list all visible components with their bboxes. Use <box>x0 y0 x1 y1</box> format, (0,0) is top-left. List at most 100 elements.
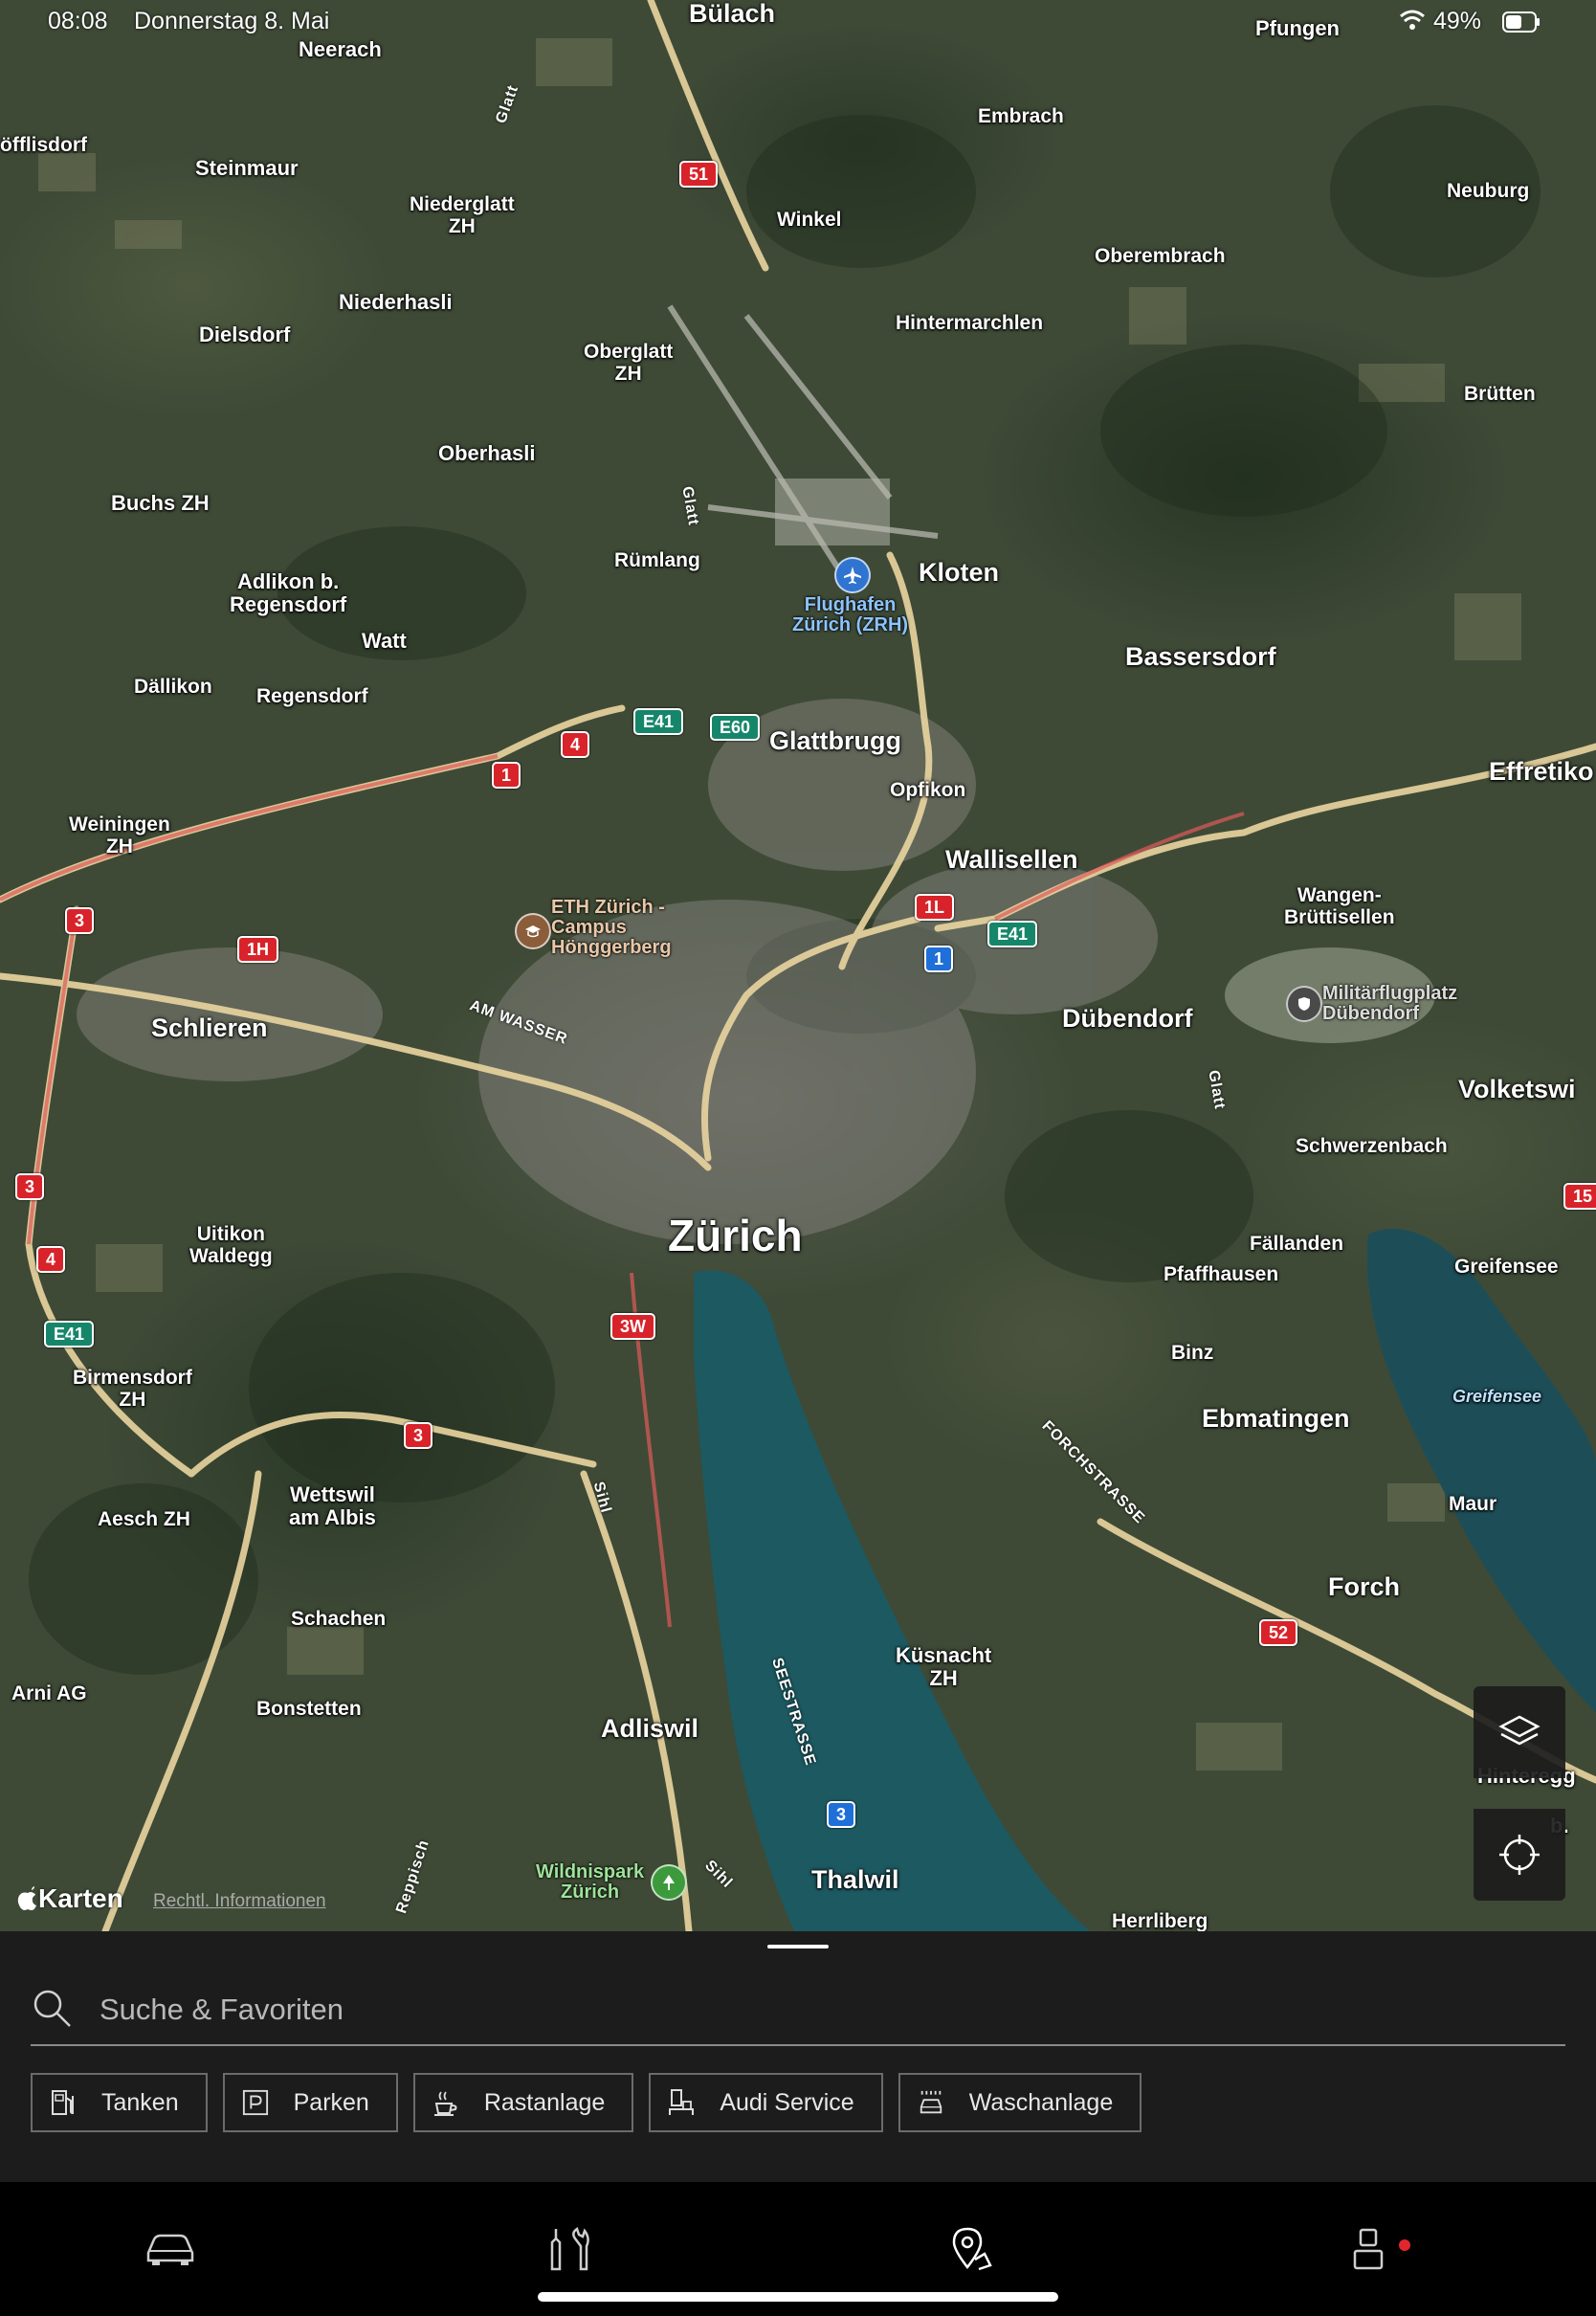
road-shield: 3 <box>404 1422 433 1449</box>
car-wash-icon <box>918 2088 944 2117</box>
place-label: Oberembrach <box>1095 245 1226 267</box>
search-sheet[interactable]: Suche & Favoriten Tanken Parken Rastanla… <box>0 1931 1596 2182</box>
airport-pin[interactable] <box>834 557 871 593</box>
place-label: Bassersdorf <box>1125 642 1276 671</box>
place-label: Binz <box>1171 1342 1214 1364</box>
apple-logo-icon <box>17 1886 36 1910</box>
place-label: Aesch ZH <box>98 1508 190 1530</box>
coffee-cup-icon <box>432 2088 459 2117</box>
place-label: Küsnacht ZH <box>896 1643 992 1691</box>
place-label: Opfikon <box>890 779 966 801</box>
wifi-icon <box>1399 10 1426 37</box>
status-date: Donnerstag 8. Mai <box>134 8 330 34</box>
road-shield: 15 <box>1563 1183 1596 1210</box>
road-shield: 1L <box>915 894 955 921</box>
place-label: Schwerzenbach <box>1296 1135 1448 1157</box>
locate-me-button[interactable] <box>1474 1809 1565 1901</box>
search-field[interactable]: Suche & Favoriten <box>31 1981 1565 2046</box>
graduation-cap-icon <box>525 925 541 938</box>
satellite-map[interactable]: 08:08 Donnerstag 8. Mai 49% Bülach Neera… <box>0 0 1596 1931</box>
sheet-grabber[interactable] <box>767 1945 829 1949</box>
chip-audi-service[interactable]: Audi Service <box>649 2073 883 2132</box>
map-layers-button[interactable] <box>1474 1686 1565 1778</box>
place-label: Oberglatt ZH <box>584 341 674 386</box>
road-shield: 3W <box>610 1313 655 1340</box>
tab-profile[interactable] <box>1340 2220 1410 2278</box>
place-label: Bonstetten <box>256 1698 362 1720</box>
place-label: Niederhasli <box>339 290 453 314</box>
road-shield: E60 <box>710 714 761 741</box>
place-label: Forch <box>1328 1572 1401 1601</box>
chip-label: Tanken <box>101 2088 179 2116</box>
place-label: Fällanden <box>1250 1233 1344 1255</box>
place-label: Dübendorf <box>1062 1004 1193 1033</box>
place-label: Neerach <box>299 37 382 61</box>
road-shield: 3 <box>65 907 95 934</box>
place-label: Birmensdorf ZH <box>73 1367 192 1412</box>
layers-icon <box>1498 1715 1541 1746</box>
place-label: Greifensee <box>1454 1256 1559 1278</box>
chip-label: Audi Service <box>720 2088 854 2116</box>
legal-link[interactable]: Rechtl. Informationen <box>153 1891 326 1912</box>
tab-vehicle[interactable] <box>142 2220 199 2278</box>
road-shield: E41 <box>44 1321 95 1347</box>
status-time: 08:08 <box>48 8 108 34</box>
road-shield: 1 <box>492 762 521 789</box>
chip-label: Rastanlage <box>483 2088 606 2116</box>
chip-label: Waschanlage <box>968 2088 1114 2116</box>
place-label: Bülach <box>689 0 776 28</box>
place-label: Buchs ZH <box>111 491 210 515</box>
tools-icon <box>550 2227 589 2271</box>
apple-maps-attribution: Karten <box>17 1883 123 1914</box>
chip-tanken[interactable]: Tanken <box>31 2073 208 2132</box>
place-label: Effretiko <box>1489 757 1594 786</box>
place-label-zurich: Zürich <box>668 1211 803 1260</box>
park-pin[interactable] <box>651 1864 687 1901</box>
place-label: Schlieren <box>151 1013 268 1042</box>
battery-percent: 49% <box>1433 8 1482 34</box>
place-label: Wettswil am Albis <box>289 1482 376 1530</box>
map-pin-icon <box>952 2227 992 2271</box>
place-label: Pfungen <box>1255 16 1340 40</box>
person-icon <box>1353 2228 1384 2270</box>
airplane-icon <box>844 567 861 584</box>
chip-waschanlage[interactable]: Waschanlage <box>898 2073 1142 2132</box>
place-label: Brütten <box>1464 383 1536 405</box>
chip-parken[interactable]: Parken <box>222 2073 398 2132</box>
road-shield: E41 <box>987 921 1038 947</box>
militaer-label[interactable]: Militärflugplatz Dübendorf <box>1322 984 1457 1024</box>
tab-services[interactable] <box>542 2220 599 2278</box>
place-label: Arni AG <box>11 1682 87 1704</box>
search-placeholder: Suche & Favoriten <box>100 1993 344 2026</box>
place-label: Maur <box>1449 1493 1497 1515</box>
notification-badge <box>1399 2239 1410 2251</box>
place-label: öfflisdorf <box>0 134 87 156</box>
road-shield: E41 <box>633 708 684 735</box>
place-label: Rümlang <box>614 549 700 571</box>
university-pin[interactable] <box>515 913 551 949</box>
wildnispark-label[interactable]: Wildnispark Zürich <box>536 1862 644 1903</box>
place-label: Wangen- Brüttisellen <box>1284 884 1395 929</box>
battery-icon <box>1502 11 1541 39</box>
place-label: Regensdorf <box>256 685 368 707</box>
eth-label[interactable]: ETH Zürich - Campus Hönggerberg <box>551 898 672 958</box>
road-shield: 3 <box>15 1173 45 1200</box>
road-shield: 1 <box>924 946 954 972</box>
place-label: Glattbrugg <box>769 726 901 755</box>
place-label: Adlikon b. Regensdorf <box>230 569 347 617</box>
military-airfield-pin[interactable] <box>1286 986 1322 1022</box>
home-indicator[interactable] <box>538 2292 1058 2302</box>
place-label: Dällikon <box>134 676 212 698</box>
map-base-layer <box>0 0 1596 1931</box>
chip-rastanlage[interactable]: Rastanlage <box>412 2073 634 2132</box>
place-label: Watt <box>362 629 407 653</box>
airport-label[interactable]: Flughafen Zürich (ZRH) <box>792 595 908 635</box>
search-icon <box>33 1990 71 2027</box>
attribution-brand: Karten <box>38 1883 123 1913</box>
place-label: Schachen <box>291 1608 387 1630</box>
road-shield: 3 <box>827 1801 856 1828</box>
tab-map[interactable] <box>942 2220 999 2278</box>
crosshair-icon <box>1499 1835 1540 1875</box>
tree-icon <box>663 1875 675 1890</box>
place-label: Niederglatt ZH <box>410 193 515 238</box>
